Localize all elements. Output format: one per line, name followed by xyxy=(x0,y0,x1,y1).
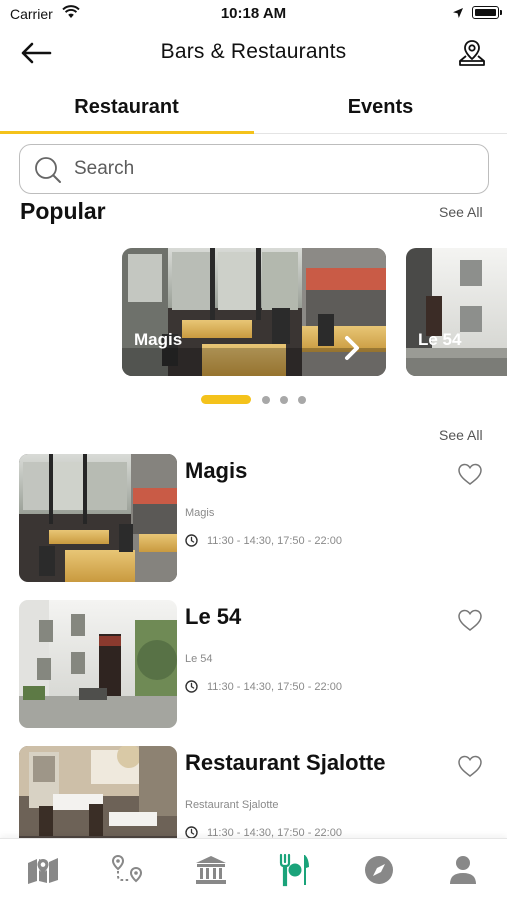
popular-title: Popular xyxy=(20,198,106,224)
search-box[interactable] xyxy=(19,144,489,194)
popular-card-label: Le 54 xyxy=(418,330,462,349)
tab-profile[interactable] xyxy=(443,852,483,888)
favorite-button[interactable] xyxy=(456,606,484,634)
tab-active-indicator xyxy=(0,131,254,134)
heart-icon xyxy=(458,755,482,777)
restaurant-list: Magis Magis 11:30 - 14:30, 17:50 - 22:00 xyxy=(0,452,507,838)
search-input[interactable] xyxy=(74,153,474,185)
opening-hours: 11:30 - 14:30, 17:50 - 22:00 xyxy=(207,827,342,838)
popular-carousel[interactable]: Magis Le 54 xyxy=(0,248,507,376)
pager-dot-active[interactable] xyxy=(201,395,251,404)
popular-card[interactable]: Magis xyxy=(122,248,386,376)
list-item[interactable]: Restaurant Sjalotte Restaurant Sjalotte … xyxy=(0,744,507,838)
restaurant-name: Magis xyxy=(185,458,248,483)
museum-icon xyxy=(196,856,226,884)
opening-hours: 11:30 - 14:30, 17:50 - 22:00 xyxy=(207,681,342,693)
favorite-button[interactable] xyxy=(456,752,484,780)
opening-hours: 11:30 - 14:30, 17:50 - 22:00 xyxy=(207,535,342,547)
search-icon xyxy=(34,156,62,189)
restaurant-name: Le 54 xyxy=(185,604,242,629)
restaurants-see-all-link[interactable]: See All xyxy=(439,427,483,443)
restaurant-thumbnail xyxy=(19,746,177,838)
clock-icon xyxy=(185,534,198,552)
restaurant-subtitle: Restaurant Sjalotte xyxy=(185,799,279,811)
nav-bar: Bars & Restaurants xyxy=(0,28,507,78)
carousel-pager xyxy=(0,393,507,405)
restaurant-thumbnail xyxy=(19,454,177,582)
heart-icon xyxy=(458,609,482,631)
page-title: Bars & Restaurants xyxy=(160,40,347,63)
favorite-button[interactable] xyxy=(456,460,484,488)
tab-routes[interactable] xyxy=(107,852,147,888)
pager-dot[interactable] xyxy=(262,396,270,404)
battery-icon xyxy=(472,6,502,19)
heart-icon xyxy=(458,463,482,485)
clock-icon xyxy=(185,680,198,698)
location-arrow-icon xyxy=(452,6,464,24)
route-icon xyxy=(111,854,143,883)
compass-icon xyxy=(365,856,393,884)
tab-explore[interactable] xyxy=(359,852,399,888)
restaurant-icon xyxy=(279,853,309,887)
status-bar: Carrier 10:18 AM xyxy=(0,0,507,28)
map-icon xyxy=(28,858,58,884)
map-pin-icon xyxy=(459,40,485,66)
pager-dot[interactable] xyxy=(280,396,288,404)
tab-map[interactable] xyxy=(23,852,63,888)
chevron-right-icon[interactable] xyxy=(340,334,364,362)
restaurant-photo xyxy=(406,248,507,376)
restaurant-thumbnail xyxy=(19,600,177,728)
tab-events[interactable]: Events xyxy=(254,80,507,134)
clock: 10:18 AM xyxy=(220,5,287,22)
map-button[interactable] xyxy=(454,35,490,71)
tab-strip: Restaurant Events xyxy=(0,80,507,134)
pager-dot[interactable] xyxy=(298,396,306,404)
tab-restaurants[interactable] xyxy=(275,852,315,888)
restaurant-name: Restaurant Sjalotte xyxy=(185,750,386,775)
restaurant-subtitle: Le 54 xyxy=(185,653,213,665)
tab-restaurant[interactable]: Restaurant xyxy=(0,80,253,134)
list-item[interactable]: Magis Magis 11:30 - 14:30, 17:50 - 22:00 xyxy=(0,452,507,582)
popular-see-all-link[interactable]: See All xyxy=(439,204,483,220)
restaurant-subtitle: Magis xyxy=(185,507,215,519)
popular-card-label: Magis xyxy=(134,330,183,349)
list-item[interactable]: Le 54 Le 54 11:30 - 14:30, 17:50 - 22:00 xyxy=(0,598,507,728)
popular-card[interactable]: Le 54 xyxy=(406,248,507,376)
bottom-tab-bar xyxy=(0,838,507,900)
clock-icon xyxy=(185,826,198,838)
profile-icon xyxy=(450,856,476,884)
tab-museums[interactable] xyxy=(191,852,231,888)
